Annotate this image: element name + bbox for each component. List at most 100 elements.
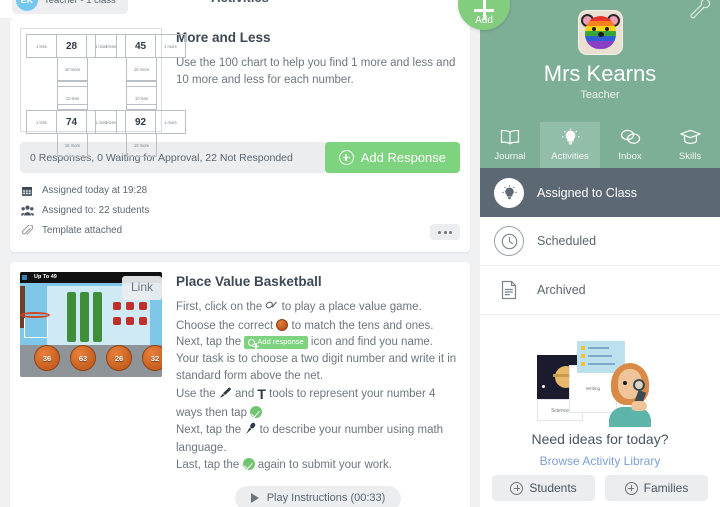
link-icon xyxy=(265,301,278,318)
add-students-button[interactable]: Students xyxy=(492,475,595,501)
play-instructions-label: Play Instructions (00:33) xyxy=(266,492,386,505)
chart-label-1-more: 1 more xyxy=(155,110,186,134)
chart-label-10-more: 10 more xyxy=(57,133,88,157)
tab-label: Journal xyxy=(494,150,526,162)
microphone-icon xyxy=(244,422,256,441)
chart-label-10-less: 10 less xyxy=(57,86,88,110)
activity-instructions: First, click on the to play a place valu… xyxy=(176,299,460,474)
activity-description: Use the 100 chart to help you find 1 mor… xyxy=(176,57,456,86)
activity-thumbnail-hundred-chart[interactable]: 1 less 28 1 more 10 more 1 less 45 1 mor… xyxy=(20,28,186,157)
tab-label: Activities xyxy=(551,151,589,162)
chart-label-10-more: 10 more xyxy=(126,133,157,157)
tab-label: Skills xyxy=(678,150,702,162)
activity-card-place-value-basketball[interactable]: Up To 49 36 63 26 32 Link Place Value Ba… xyxy=(10,262,470,507)
pen-icon xyxy=(219,387,232,405)
tab-skills[interactable]: Skills xyxy=(660,122,720,168)
promo-illustration-person xyxy=(609,357,651,427)
place-value-rod xyxy=(67,292,76,342)
add-response-label: Add Response xyxy=(360,150,446,165)
unit-dot xyxy=(113,302,121,310)
activities-list: 1 less 28 1 more 10 more 1 less 45 1 mor… xyxy=(0,18,480,507)
add-families-button[interactable]: Families xyxy=(605,475,708,501)
chart-number: 92 xyxy=(125,110,156,134)
activity-info: Place Value Basketball First, click on t… xyxy=(176,272,460,507)
chart-label-1-less: 1 less xyxy=(26,34,57,58)
user-avatar-initials: EK xyxy=(16,0,38,11)
meta-text: Template attached xyxy=(42,225,123,236)
clock-icon xyxy=(494,226,524,256)
chart-number: 45 xyxy=(125,34,156,58)
hoop-net xyxy=(24,318,48,338)
instruction-line: Next, tap the to describe your number us… xyxy=(176,422,460,457)
chart-label-10-more: 10 more xyxy=(126,57,157,81)
lightbulb-icon xyxy=(494,177,524,208)
unit-dot xyxy=(113,317,121,325)
unit-dot xyxy=(126,302,134,310)
basketball-icon xyxy=(276,318,289,331)
basketball: 26 xyxy=(106,345,132,371)
activity-title: More and Less xyxy=(176,30,271,45)
instruction-line: Next, tap the Add response icon and find… xyxy=(176,335,434,350)
meta-text: Assigned today at 19:28 xyxy=(42,185,148,196)
activity-thumbnail-basketball[interactable]: Up To 49 36 63 26 32 Link xyxy=(20,272,162,377)
activity-card-more-and-less[interactable]: 1 less 28 1 more 10 more 1 less 45 1 mor… xyxy=(10,18,470,252)
tab-journal[interactable]: Journal xyxy=(480,122,540,168)
user-role-label: Teacher - 1 class xyxy=(44,0,116,6)
archive-box-icon xyxy=(494,275,524,305)
sidebar-item-assigned-to-class[interactable]: Assigned to Class xyxy=(480,168,720,217)
text-tool-icon: T xyxy=(257,386,266,403)
avatar[interactable] xyxy=(577,10,623,55)
book-icon xyxy=(500,129,520,148)
chart-label-1-less: 1 less xyxy=(95,110,126,134)
chart-label-1-less: 1 less xyxy=(95,34,126,58)
place-value-rod xyxy=(80,292,89,342)
meta-text: Assigned to: 22 students xyxy=(42,205,150,216)
tab-inbox[interactable]: Inbox xyxy=(600,122,660,168)
meta-row-assigned-students: Assigned to: 22 students xyxy=(20,202,460,219)
basketball: 63 xyxy=(70,345,96,371)
content-gutter xyxy=(475,18,480,507)
sidebar-item-label: Archived xyxy=(537,283,586,297)
calendar-icon xyxy=(20,185,34,197)
sidebar-item-label: Assigned to Class xyxy=(537,185,638,200)
activity-title: Place Value Basketball xyxy=(176,274,322,289)
play-instructions-button[interactable]: Play Instructions (00:33) xyxy=(234,485,402,507)
sidebar-item-archived[interactable]: Archived xyxy=(480,266,720,315)
meta-row-template: Template attached xyxy=(20,222,460,239)
sidebar-item-label: Scheduled xyxy=(537,234,597,248)
paperclip-icon xyxy=(20,224,34,237)
graduation-cap-icon xyxy=(678,129,702,148)
plus-circle-icon xyxy=(624,481,638,495)
more-options-icon[interactable] xyxy=(430,224,460,240)
add-families-label: Families xyxy=(643,481,689,495)
browse-activity-library-link[interactable]: Browse Activity Library xyxy=(480,454,720,468)
people-icon xyxy=(20,205,34,216)
play-icon xyxy=(250,493,259,504)
add-response-pill: Add response xyxy=(244,335,308,350)
unit-dot xyxy=(126,317,134,325)
chart-number: 28 xyxy=(56,34,87,58)
chart-label-10-more: 10 more xyxy=(57,57,88,81)
tab-activities[interactable]: Activities xyxy=(540,122,600,168)
sidebar-item-scheduled[interactable]: Scheduled xyxy=(480,217,720,266)
check-icon xyxy=(250,406,263,419)
tab-label: Inbox xyxy=(618,150,642,162)
promo-title: Need ideas for today? xyxy=(531,431,669,447)
link-badge[interactable]: Link xyxy=(121,276,162,300)
place-value-rod xyxy=(93,292,102,342)
basketball: 32 xyxy=(142,345,162,371)
promo-buttons: Students Families xyxy=(480,468,720,501)
plus-circle-icon xyxy=(338,150,354,165)
unit-dot xyxy=(139,317,147,325)
wrench-icon[interactable] xyxy=(686,0,712,27)
meta-row-assigned-date: Assigned today at 19:28 xyxy=(20,182,460,199)
lightbulb-icon xyxy=(561,128,580,148)
user-chip[interactable]: EK Teacher - 1 class xyxy=(12,0,128,14)
plus-icon xyxy=(474,0,494,20)
add-students-label: Students xyxy=(529,481,577,495)
instruction-line: Your task is to choose a two digit numbe… xyxy=(176,353,457,382)
basketball: 36 xyxy=(34,345,60,371)
chart-label-1-less: 1 less xyxy=(26,110,57,134)
chat-bubbles-icon xyxy=(620,129,641,148)
add-response-button[interactable]: Add Response xyxy=(324,142,460,173)
